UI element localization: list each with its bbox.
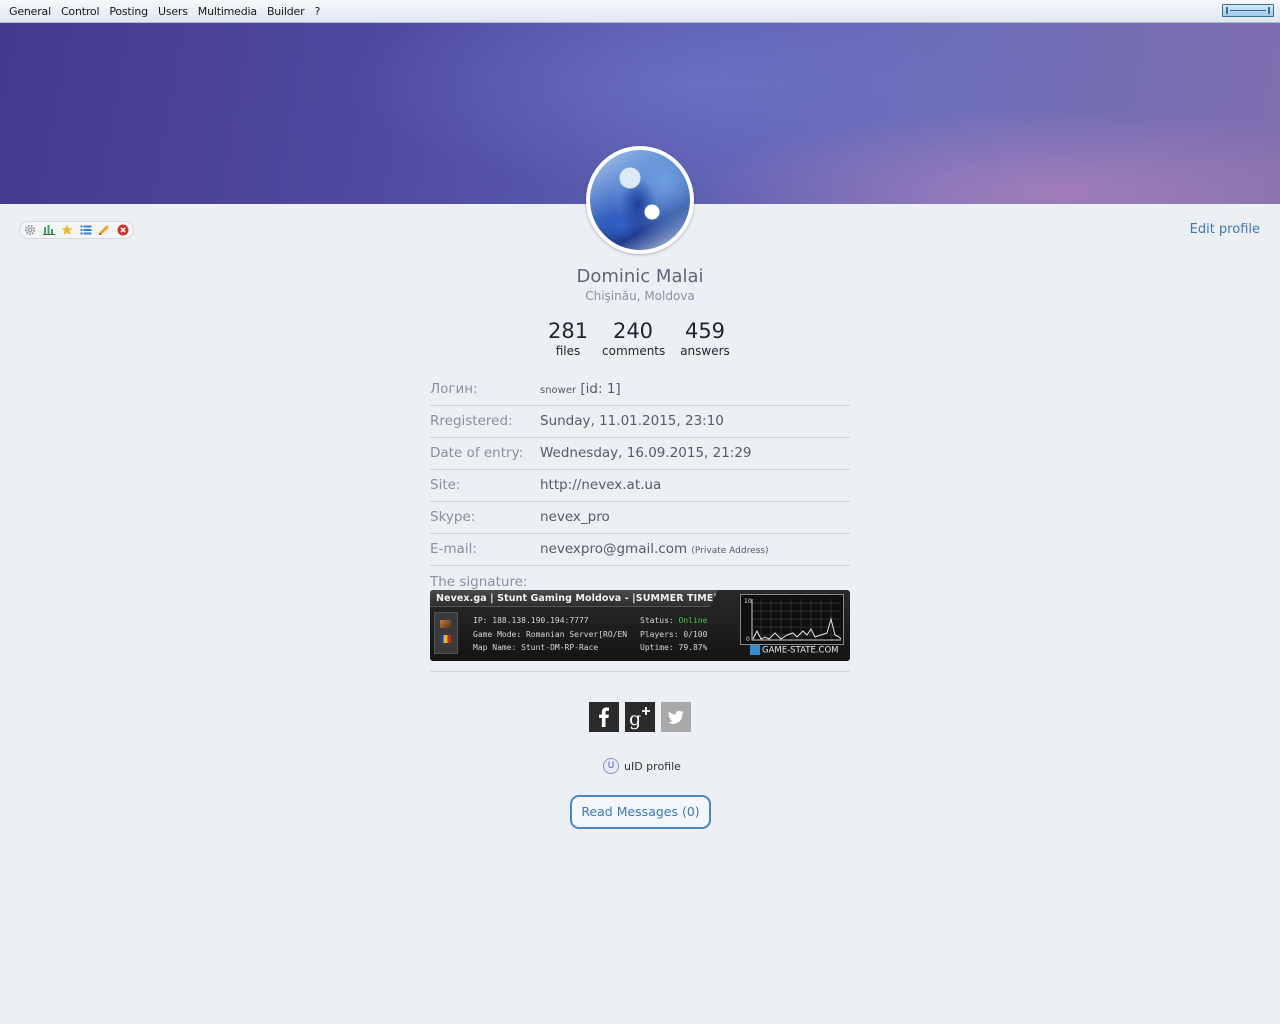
moldova-flag-icon [440,635,451,643]
login-label: Логин: [430,381,478,397]
menu-item-users[interactable]: Users [153,5,193,18]
profile-stats: 281 files 240 comments 459 answers [540,318,740,362]
detail-row-entry: Date of entry: Wednesday, 16.09.2015, 21… [430,438,850,470]
stat-comments-label: comments [602,344,666,358]
graph-min-label: 0 [746,636,750,643]
signature-flags [434,612,458,654]
login-value-wrap: snower [id: 1] [540,381,621,397]
detail-row-site: Site: http://nevex.at.ua [430,470,850,502]
menu-item-help[interactable]: ? [309,5,325,18]
edit-profile-link[interactable]: Edit profile [1190,222,1260,237]
profile-details: Логин: snower [id: 1] Rregistered: Sunda… [430,374,850,566]
admin-menu: General Control Posting Users Multimedia… [4,0,325,22]
signature-ip: IP: 188.138.190.194:7777 [473,616,589,625]
svg-text:g: g [629,708,641,730]
stat-files-count: 281 [548,319,589,343]
profile-name: Dominic Malai [576,266,704,287]
signature-map-name: Map Name: Stunt-DM-RP-Race [473,643,599,652]
email-label: E-mail: [430,541,477,557]
skype-label: Skype: [430,509,476,525]
status-label: Status: [640,616,679,625]
menu-item-builder[interactable]: Builder [262,5,310,18]
signature-players: Players: 0/100 [640,629,708,639]
stat-comments[interactable]: 240 comments [602,318,666,358]
list-icon[interactable] [80,224,92,236]
uid-profile-label: uID profile [624,759,681,773]
login-value: snower [540,385,577,396]
signature-divider [430,671,850,672]
players-graph: 10 0 [740,594,844,645]
profile-actions-toolbar [19,221,134,239]
stat-files[interactable]: 281 files [548,318,588,358]
avatar-image [590,150,690,250]
stat-answers-count: 459 [684,319,726,343]
uid-profile-link[interactable]: U uID profile [603,758,681,774]
entry-label: Date of entry: [430,445,524,461]
entry-value: Wednesday, 16.09.2015, 21:29 [540,445,752,461]
delete-icon[interactable] [117,224,129,236]
star-icon[interactable] [61,224,73,236]
signature-banner[interactable]: Nevex.ga | Stunt Gaming Moldova - |SUMME… [430,590,850,661]
profile-location: Chişinău, Moldova [585,289,695,303]
signature-uptime: Uptime: 79.87% [640,643,708,652]
signature-status: Status: Online [640,614,707,628]
stat-comments-count: 240 [612,319,654,343]
pencil-icon[interactable] [98,224,110,236]
detail-row-registered: Rregistered: Sunday, 11.01.2015, 23:10 [430,406,850,438]
signature-server-status: Status: Online Players: 0/100 Uptime: 79… [640,614,707,655]
game-state-logo-icon [750,645,760,655]
stat-files-label: files [555,344,581,358]
admin-toolbar: General Control Posting Users Multimedia… [0,0,1280,23]
menu-item-general[interactable]: General [4,5,56,18]
email-note: (Private Address) [691,546,769,556]
panel-toggle-icon[interactable] [1222,4,1274,17]
game-state-brand: GAME-STATE.COM [750,645,838,656]
menu-item-control[interactable]: Control [56,5,104,18]
menu-item-posting[interactable]: Posting [104,5,153,18]
uid-icon: U [603,758,619,774]
stats-icon[interactable] [42,224,55,236]
game-state-text: GAME-STATE.COM [762,645,839,656]
stat-answers[interactable]: 459 answers [679,318,731,358]
twitter-icon[interactable] [661,702,691,732]
detail-row-skype: Skype: nevex_pro [430,502,850,534]
signature-title: Nevex.ga | Stunt Gaming Moldova - |SUMME… [430,590,718,607]
status-value: Online [678,616,708,625]
registered-label: Rregistered: [430,413,513,429]
registered-value: Sunday, 11.01.2015, 23:10 [540,413,724,429]
facebook-icon[interactable] [589,702,619,732]
read-messages-button[interactable]: Read Messages (0) [570,795,711,829]
gear-icon[interactable] [24,224,36,236]
email-link[interactable]: nevexpro@gmail.com [540,541,687,557]
signature-server-info: IP: 188.138.190.194:7777 Game Mode: Roma… [473,614,627,655]
site-link[interactable]: http://nevex.at.ua [540,477,661,493]
email-value-wrap: nevexpro@gmail.com (Private Address) [540,541,769,557]
stat-answers-label: answers [680,344,730,358]
game-icon [440,620,451,628]
menu-item-multimedia[interactable]: Multimedia [193,5,262,18]
avatar [586,146,694,254]
signature-label: The signature: [430,574,528,590]
login-id: [id: 1] [580,381,621,397]
skype-value: nevex_pro [540,509,610,525]
detail-row-login: Логин: snower [id: 1] [430,374,850,406]
graph-max-label: 10 [744,598,752,605]
google-plus-icon[interactable]: g [625,702,655,732]
site-label: Site: [430,477,461,493]
detail-row-email: E-mail: nevexpro@gmail.com (Private Addr… [430,534,850,566]
signature-game-mode: Game Mode: Romanian Server[RO/EN [473,629,628,639]
